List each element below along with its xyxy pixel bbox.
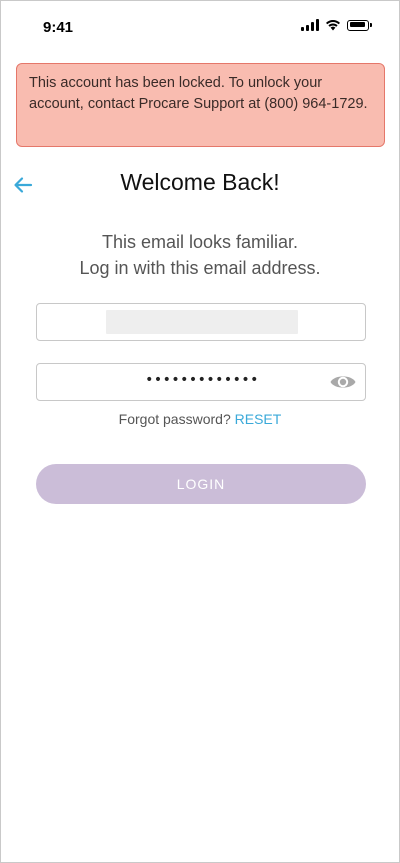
forgot-password-text: Forgot password? bbox=[118, 411, 231, 427]
subtitle: This email looks familiar. Log in with t… bbox=[1, 229, 399, 281]
status-icons bbox=[301, 19, 372, 31]
subtitle-line-1: This email looks familiar. bbox=[101, 232, 299, 252]
forgot-password-row: Forgot password? RESET bbox=[1, 411, 399, 427]
login-screen: 9:41 This account has been locked. To un… bbox=[0, 0, 400, 863]
status-time: 9:41 bbox=[43, 19, 74, 36]
login-button[interactable]: LOGIN bbox=[36, 464, 366, 504]
account-locked-alert: This account has been locked. To unlock … bbox=[16, 63, 385, 147]
password-value: ••••••••••••• bbox=[145, 372, 259, 388]
status-bar: 9:41 bbox=[1, 1, 399, 55]
reset-link[interactable]: RESET bbox=[235, 411, 282, 427]
alert-message: This account has been locked. To unlock … bbox=[29, 75, 368, 112]
password-field[interactable]: ••••••••••••• bbox=[36, 363, 366, 401]
signal-icon bbox=[301, 19, 319, 31]
wifi-icon bbox=[326, 20, 340, 31]
subtitle-line-2: Log in with this email address. bbox=[79, 258, 321, 278]
page-title: Welcome Back! bbox=[120, 169, 280, 195]
battery-icon bbox=[347, 19, 372, 31]
eye-icon[interactable] bbox=[329, 371, 357, 393]
email-field[interactable] bbox=[36, 303, 366, 341]
redacted-email-value bbox=[106, 310, 298, 334]
